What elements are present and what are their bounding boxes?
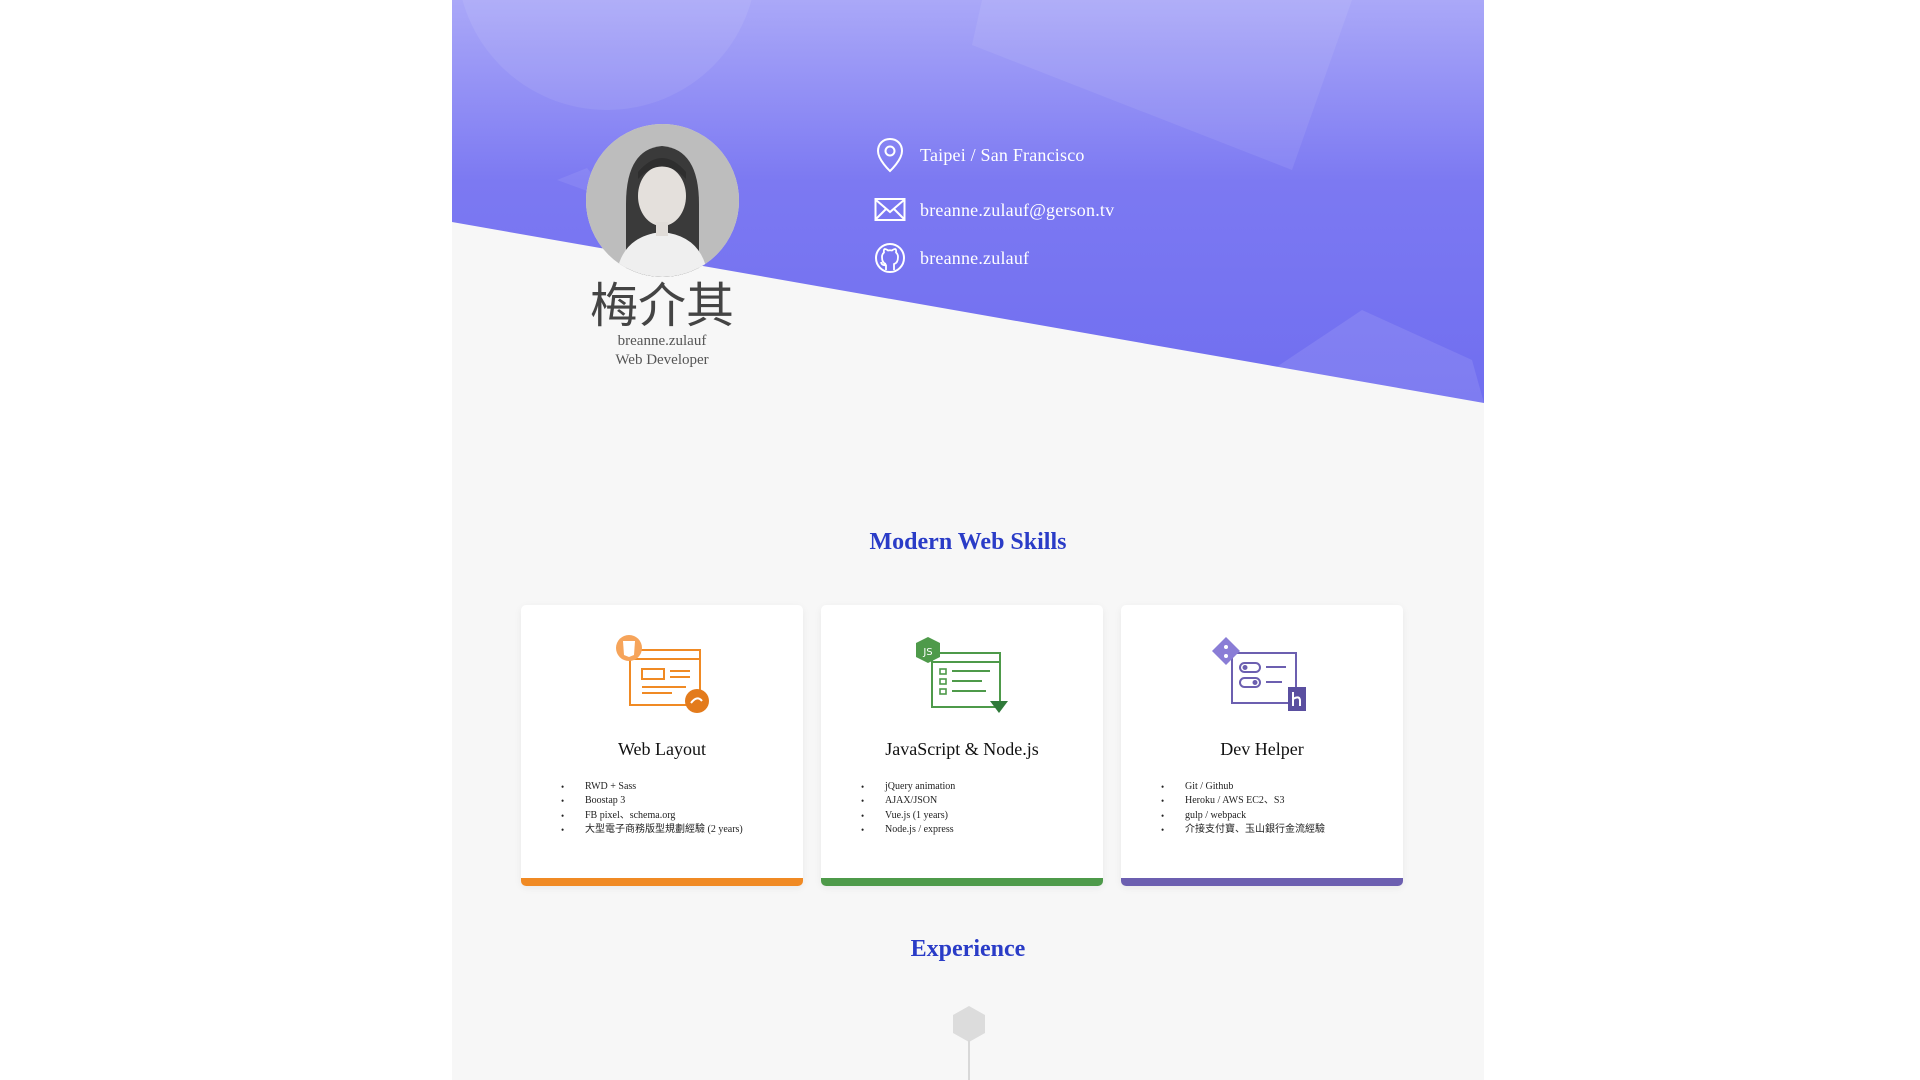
skill-list-item: RWD + Sass xyxy=(561,780,743,795)
timeline-hexagon-marker xyxy=(953,1006,985,1042)
skill-list-item: Vue.js (1 years) xyxy=(861,809,955,824)
mail-icon xyxy=(872,192,908,228)
email-link[interactable]: breanne.zulauf@gerson.tv xyxy=(920,200,1114,221)
skill-list-item: FB pixel、schema.org xyxy=(561,809,743,824)
skill-list-item: gulp / webpack xyxy=(1161,809,1325,824)
github-icon xyxy=(872,240,908,276)
profile-title: Web Developer xyxy=(615,352,709,368)
skill-list-item: Boostap 3 xyxy=(561,794,743,809)
avatar xyxy=(586,124,739,277)
skill-card-web-layout: Web Layout RWD + Sass Boostap 3 FB pixel… xyxy=(521,605,803,886)
contact-email[interactable]: breanne.zulauf@gerson.tv xyxy=(872,192,1114,228)
profile-name: 梅介其 xyxy=(589,278,734,334)
skill-list-item: 大型電子商務版型規劃經驗 (2 years) xyxy=(561,823,743,838)
contact-location: Taipei / San Francisco xyxy=(872,137,1085,173)
skill-list: jQuery animation AJAX/JSON Vue.js (1 yea… xyxy=(861,780,955,838)
skill-list-item: Git / Github xyxy=(1161,780,1325,795)
skill-card-dev-helper: Dev Helper Git / Github Heroku / AWS EC2… xyxy=(1121,605,1403,886)
skill-card-accent-bar xyxy=(1121,878,1403,886)
git-toggle-heroku-icon xyxy=(1212,637,1306,711)
location-text: Taipei / San Francisco xyxy=(920,144,1085,165)
resume-page: 梅介其 breanne.zulauf Web Developer Taipei … xyxy=(452,0,1484,1080)
experience-section-title: Experience xyxy=(910,936,1026,962)
skill-list-item: 介接支付寶、玉山銀行金流經驗 xyxy=(1161,823,1325,838)
skill-card-title: Dev Helper xyxy=(1220,739,1304,759)
avatar-photo xyxy=(586,124,739,277)
skill-card-accent-bar xyxy=(521,878,803,886)
skill-card-accent-bar xyxy=(821,878,1103,886)
profile-handle: breanne.zulauf xyxy=(617,333,707,349)
skill-list-item: jQuery animation xyxy=(861,780,955,795)
skill-list: RWD + Sass Boostap 3 FB pixel、schema.org… xyxy=(561,780,743,838)
skill-card-title: JavaScript & Node.js xyxy=(885,739,1039,759)
github-link[interactable]: breanne.zulauf xyxy=(920,248,1029,269)
skill-list: Git / Github Heroku / AWS EC2、S3 gulp / … xyxy=(1161,780,1325,838)
skill-card-javascript: JS JavaScript & Node.js jQuery animation… xyxy=(821,605,1103,886)
html5-sass-layout-icon xyxy=(616,635,709,713)
location-pin-icon xyxy=(872,137,908,173)
skill-list-item: Node.js / express xyxy=(861,823,955,838)
timeline-line xyxy=(968,1040,970,1080)
svg-text:JS: JS xyxy=(922,647,932,658)
nodejs-code-icon: JS xyxy=(916,637,1008,713)
skill-list-item: AJAX/JSON xyxy=(861,794,955,809)
skill-card-title: Web Layout xyxy=(617,739,707,759)
skill-list-item: Heroku / AWS EC2、S3 xyxy=(1161,794,1325,809)
contact-github[interactable]: breanne.zulauf xyxy=(872,240,1029,276)
skills-section-title: Modern Web Skills xyxy=(869,529,1067,555)
